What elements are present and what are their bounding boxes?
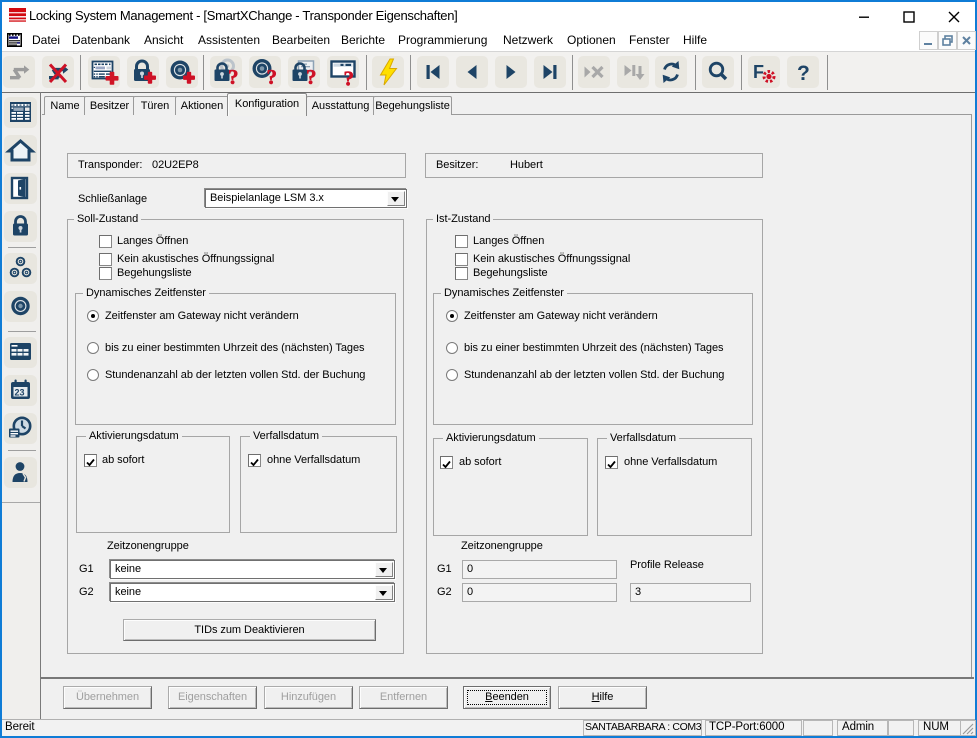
svg-text:?: ? <box>228 65 239 88</box>
svg-text:F: F <box>753 62 764 82</box>
svg-text:?: ? <box>306 65 317 88</box>
svg-text:23: 23 <box>15 388 25 398</box>
svg-text:?: ? <box>797 62 810 85</box>
svg-text:?: ? <box>344 67 355 89</box>
svg-text:?: ? <box>267 65 278 88</box>
